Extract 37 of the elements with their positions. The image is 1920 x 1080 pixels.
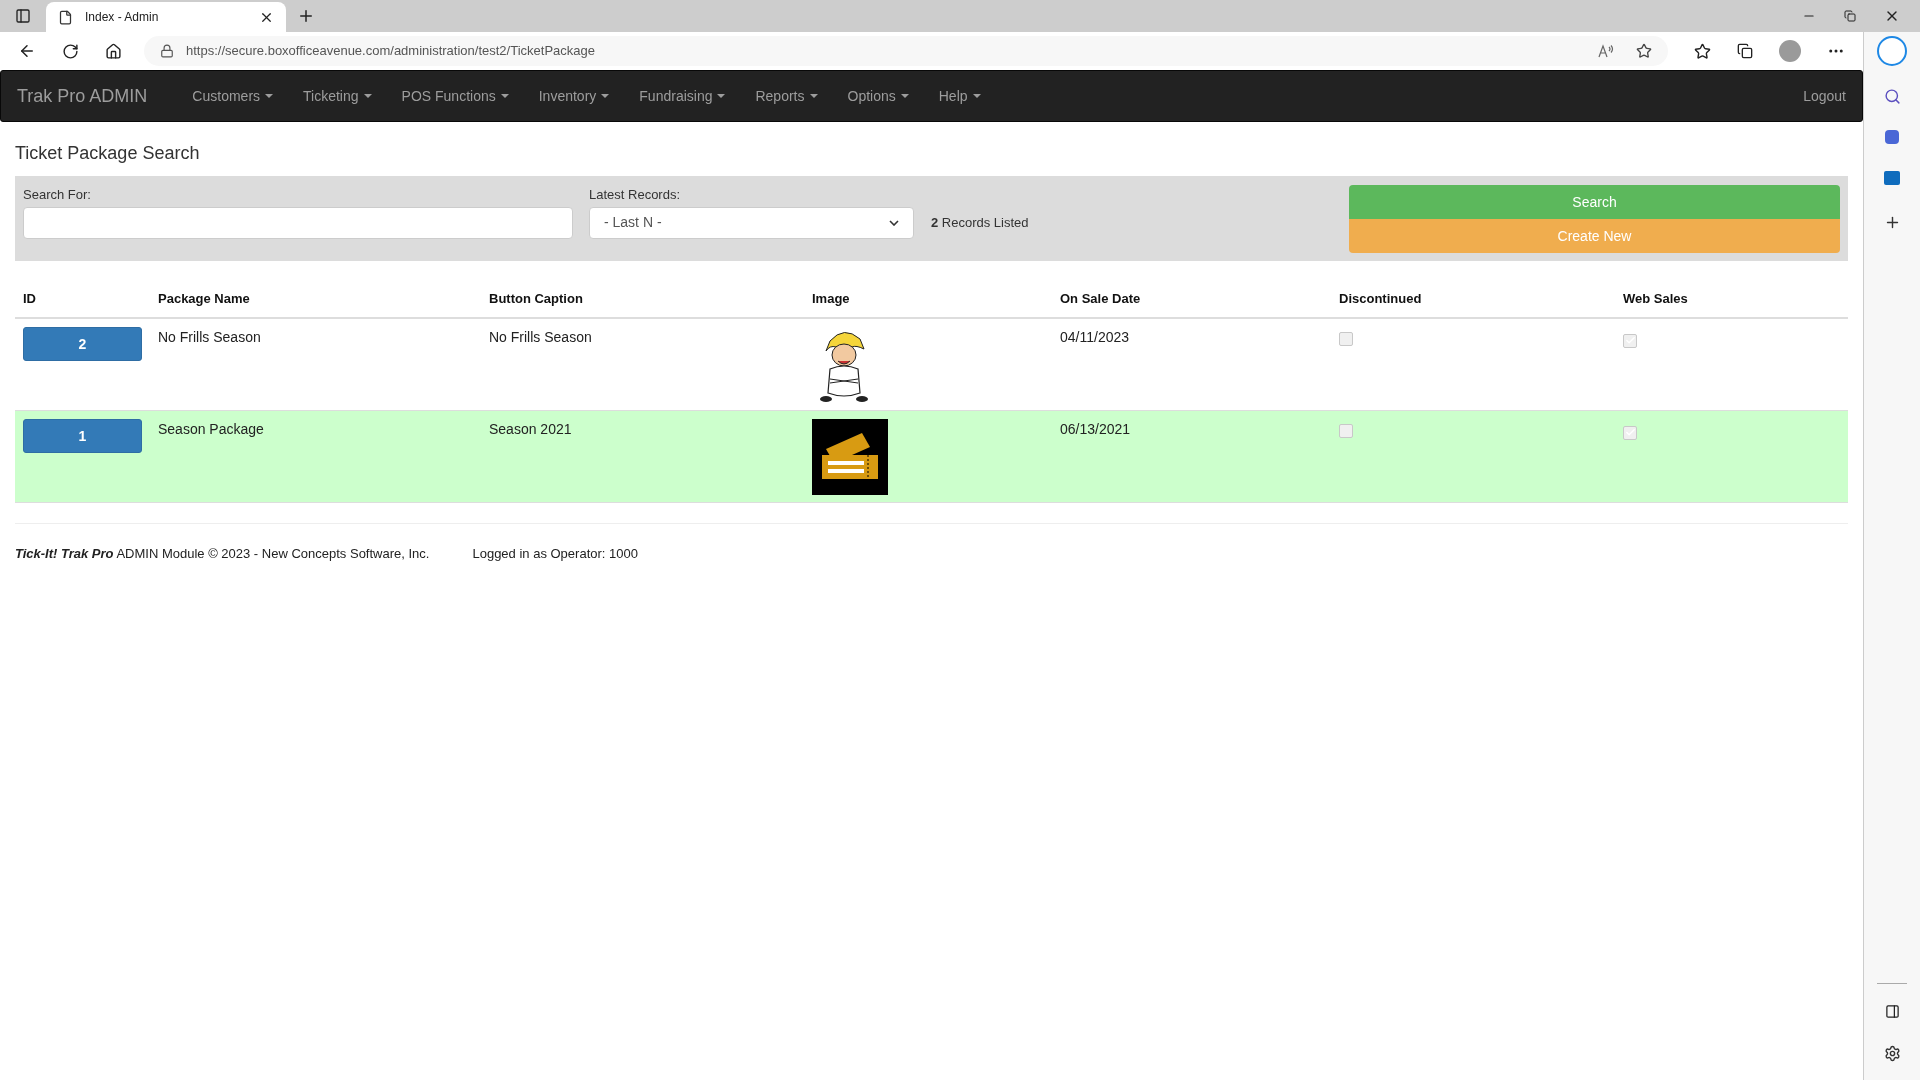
- column-header: ID: [22, 290, 37, 309]
- latest-records-dropdown[interactable]: - Last N -: [589, 206, 914, 239]
- column-header: Image: [811, 290, 851, 309]
- logout-link[interactable]: Logout: [1803, 85, 1846, 107]
- page-title: Ticket Package Search: [15, 142, 201, 165]
- address-bar[interactable]: https://secure.boxofficeavenue.com/administration/test2/TicketPackage: [144, 36, 1668, 66]
- nav-menu[interactable]: Help: [923, 85, 996, 107]
- column-header: On Sale Date: [1059, 290, 1142, 309]
- table-cell-text: 06/13/2021: [1059, 420, 1132, 439]
- latest-records-label: Latest Records:: [589, 186, 682, 204]
- table-cell-text: No Frills Season: [488, 328, 593, 347]
- tab-title: Index - Admin: [85, 9, 160, 26]
- column-header: Button Caption: [488, 290, 584, 309]
- nav-menu[interactable]: Ticketing: [288, 85, 387, 107]
- search-label: Search For:: [23, 186, 92, 204]
- id-button[interactable]: 1: [23, 419, 142, 453]
- column-header: Package Name: [157, 290, 251, 309]
- table-cell-text: Season Package: [157, 420, 265, 439]
- copyright-text: Tick-It! Trak Pro ADMIN Module © 2023 - New Concepts Software, Inc.: [15, 545, 430, 563]
- url-text: https://secure.boxofficeavenue.com/administration/test2/TicketPackage: [186, 42, 596, 61]
- id-button[interactable]: 2: [23, 327, 142, 361]
- table-cell-text: Season 2021: [488, 420, 573, 439]
- browser-tab[interactable]: Index - Admin: [46, 2, 286, 32]
- nav-menu[interactable]: POS Functions: [386, 85, 524, 107]
- nav-menu[interactable]: Reports: [740, 85, 833, 107]
- records-count: 2 Records Listed: [931, 214, 1029, 232]
- column-header: Web Sales: [1622, 290, 1689, 309]
- column-header: Discontinued: [1338, 290, 1423, 309]
- nav-menu[interactable]: Fundraising: [624, 85, 741, 107]
- table-row[interactable]: 1 Season Package Season 2021 06/13/2021: [15, 411, 1848, 503]
- nav-menu[interactable]: Customers: [177, 85, 289, 107]
- table-cell-text: No Frills Season: [157, 328, 262, 347]
- nav-menu[interactable]: Options: [832, 85, 924, 107]
- table-cell-text: 04/11/2023: [1059, 328, 1131, 347]
- operator-text: Logged in as Operator: 1000: [472, 545, 638, 563]
- nav-menu[interactable]: Inventory: [523, 85, 625, 107]
- brand-link[interactable]: Trak Pro ADMIN: [17, 82, 148, 110]
